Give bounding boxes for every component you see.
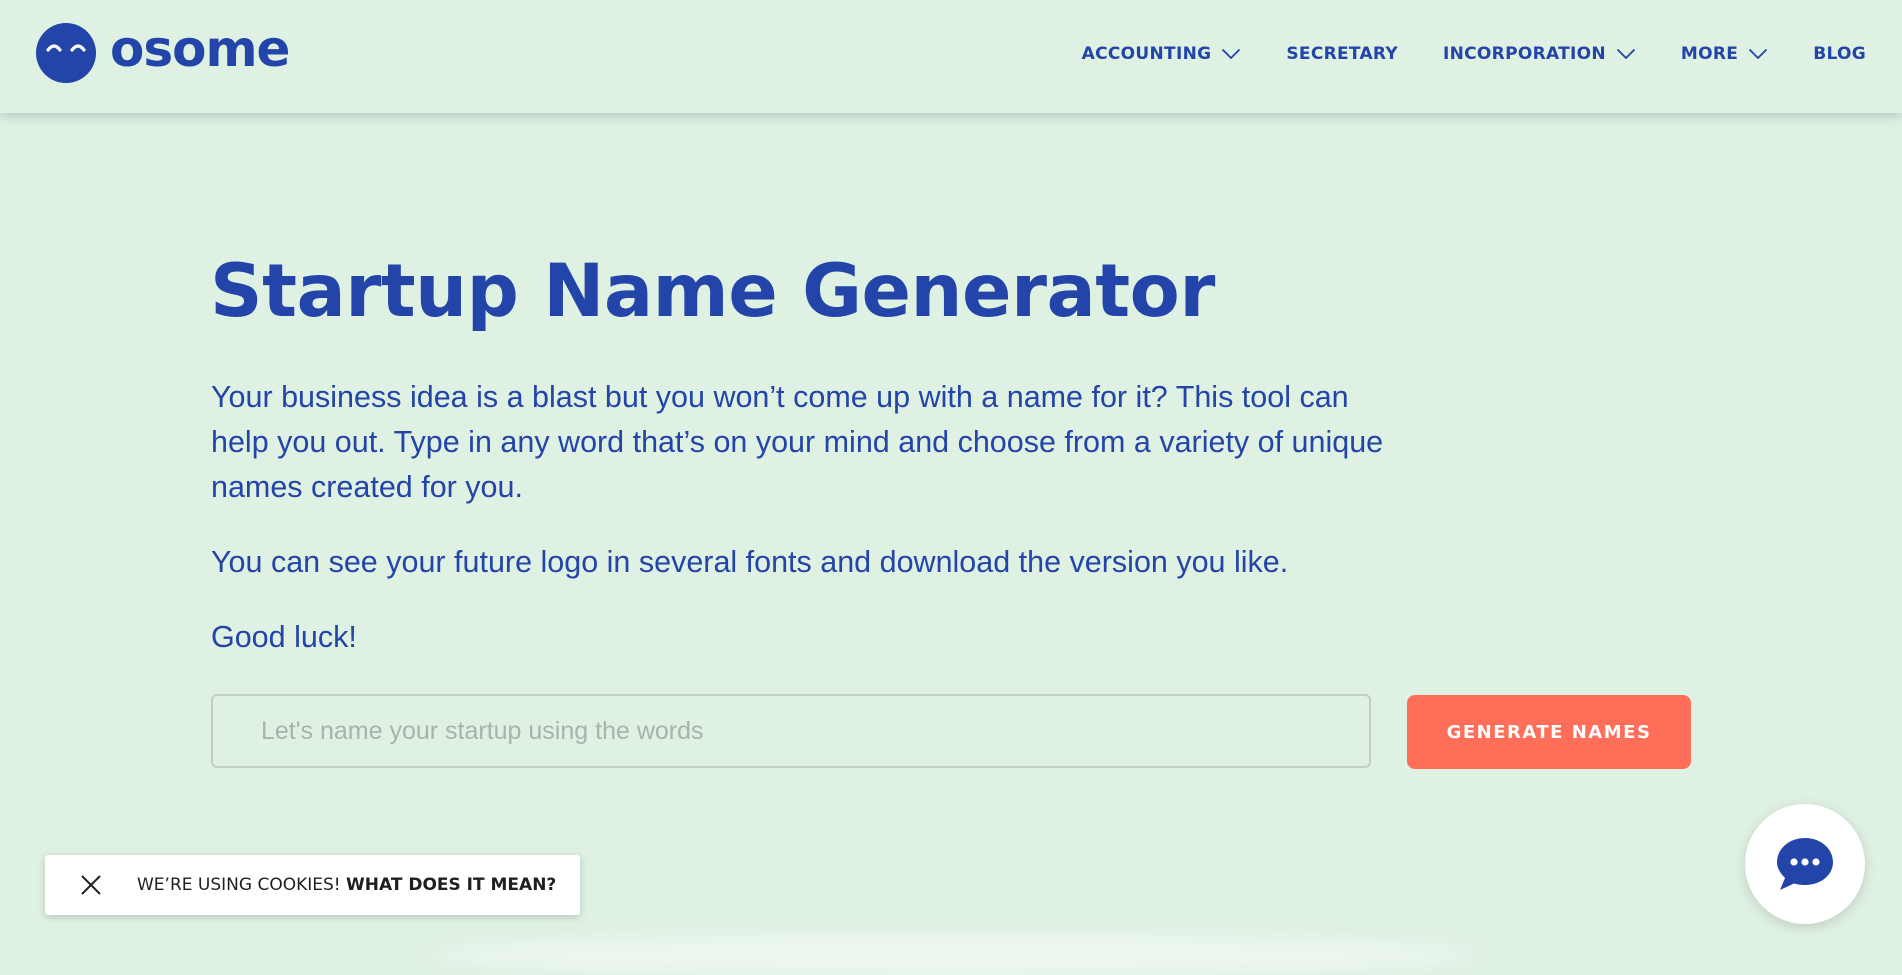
chevron-down-icon	[1749, 48, 1768, 60]
close-icon	[81, 875, 101, 895]
generate-names-button[interactable]: GENERATE NAMES	[1407, 695, 1691, 769]
good-luck-text: Good luck!	[211, 620, 357, 654]
smiling-face-logo-icon	[36, 23, 96, 83]
nav-item-accounting[interactable]: ACCOUNTING	[1082, 44, 1242, 64]
chat-bubble-icon	[1777, 838, 1833, 890]
cookie-banner: WE’RE USING COOKIES! WHAT DOES IT MEAN?	[45, 855, 580, 915]
chevron-down-icon	[1616, 48, 1636, 60]
nav-item-secretary[interactable]: SECRETARY	[1286, 44, 1398, 64]
section-edge-glow	[430, 935, 1480, 975]
brand-name: osome	[110, 20, 290, 78]
nav-item-label: MORE	[1680, 44, 1739, 64]
cookie-notice-text: WE’RE USING COOKIES!	[137, 875, 341, 895]
chat-widget-button[interactable]	[1745, 804, 1865, 924]
nav-item-label: ACCOUNTING	[1081, 44, 1212, 64]
startup-words-input[interactable]	[211, 694, 1371, 768]
brand-logo[interactable]: osome	[36, 20, 290, 83]
nav-item-label: INCORPORATION	[1443, 44, 1606, 64]
nav-item-label: BLOG	[1813, 44, 1866, 64]
nav-item-blog[interactable]: BLOG	[1813, 44, 1866, 64]
cookie-message: WE’RE USING COOKIES! WHAT DOES IT MEAN?	[137, 875, 556, 895]
main-nav: ACCOUNTING SECRETARY INCORPORATION MORE …	[1082, 40, 1866, 68]
logo-paragraph: You can see your future logo in several …	[211, 545, 1289, 579]
page-title: Startup Name Generator	[210, 249, 1215, 334]
nav-item-more[interactable]: MORE	[1681, 44, 1768, 64]
cookie-info-link[interactable]: WHAT DOES IT MEAN?	[346, 875, 556, 895]
nav-item-incorporation[interactable]: INCORPORATION	[1443, 44, 1636, 64]
cookie-close-button[interactable]	[69, 863, 113, 907]
nav-item-label: SECRETARY	[1286, 44, 1398, 64]
intro-paragraph: Your business idea is a blast but you wo…	[211, 380, 1384, 504]
chevron-down-icon	[1222, 48, 1241, 60]
site-header: osome ACCOUNTING SECRETARY INCORPORATION…	[0, 0, 1902, 113]
